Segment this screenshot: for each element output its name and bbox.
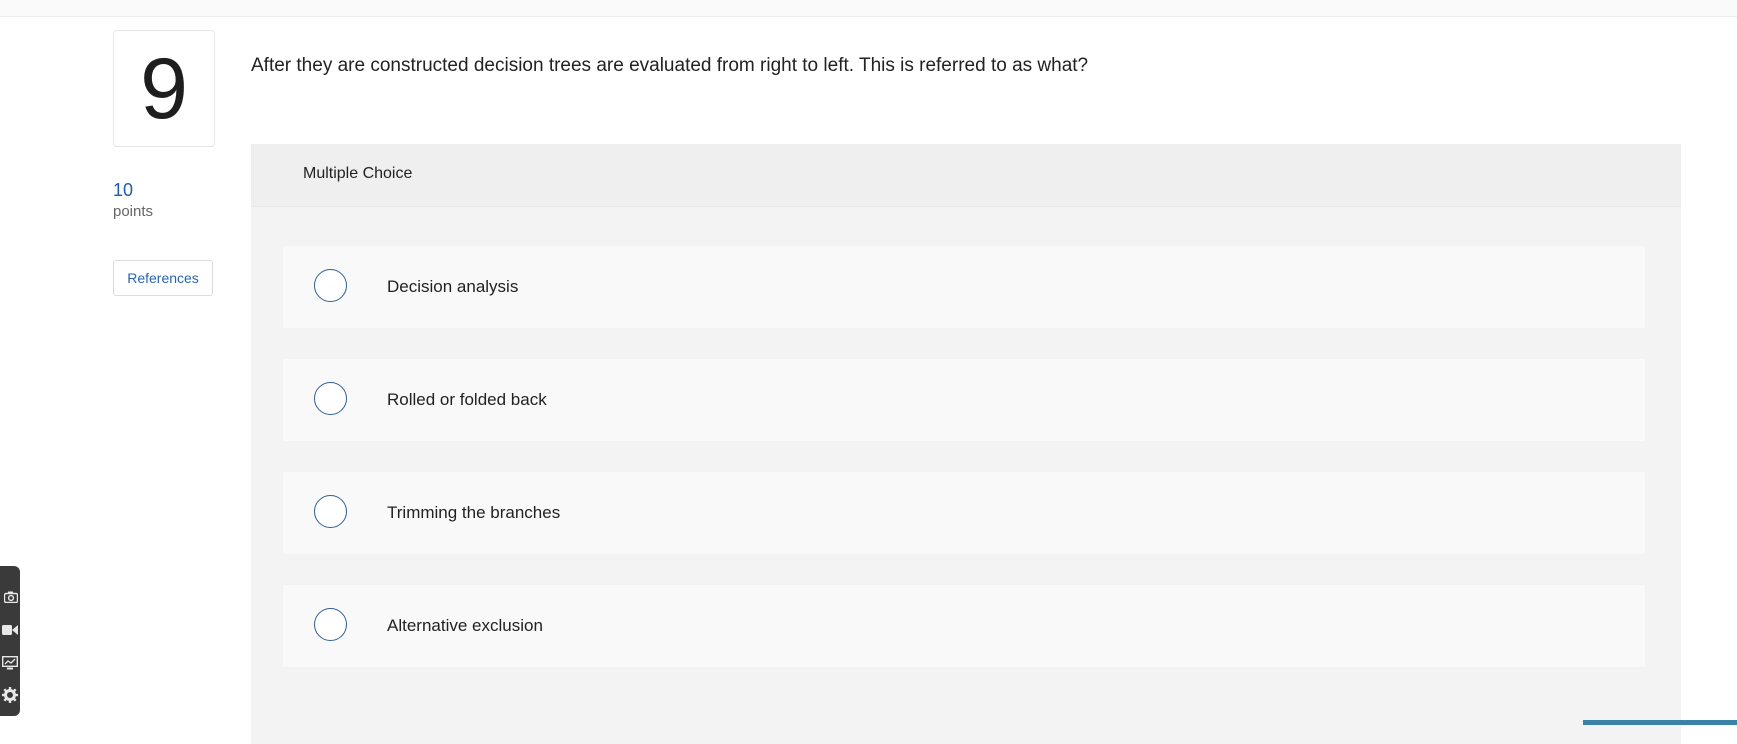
radio-button[interactable] xyxy=(314,608,347,641)
points-label: points xyxy=(113,203,154,220)
question-text: After they are constructed decision tree… xyxy=(251,55,1089,76)
points-value: 10 xyxy=(113,180,134,200)
references-button[interactable]: References xyxy=(113,260,213,296)
answer-option[interactable]: Trimming the branches xyxy=(283,472,1645,554)
answer-option-label: Trimming the branches xyxy=(387,503,561,522)
multiple-choice-header: Multiple Choice xyxy=(251,144,1681,207)
radio-button[interactable] xyxy=(314,269,347,302)
top-bar xyxy=(0,0,1737,17)
multiple-choice-title: Multiple Choice xyxy=(303,165,413,182)
recording-toolbar xyxy=(0,566,20,716)
answer-option-label: Rolled or folded back xyxy=(387,390,547,409)
gear-icon[interactable] xyxy=(0,684,18,706)
question-number: 9 xyxy=(113,30,215,147)
radio-button[interactable] xyxy=(314,382,347,415)
video-icon[interactable] xyxy=(0,619,18,641)
camera-icon[interactable] xyxy=(0,586,18,608)
screen-share-icon[interactable] xyxy=(0,652,18,674)
answer-option-label: Alternative exclusion xyxy=(387,616,543,635)
answer-option[interactable]: Alternative exclusion xyxy=(283,585,1645,667)
radio-button[interactable] xyxy=(314,495,347,528)
answer-option[interactable]: Rolled or folded back xyxy=(283,359,1645,441)
bottom-progress-accent xyxy=(1583,720,1737,725)
answer-option[interactable]: Decision analysis xyxy=(283,246,1645,328)
answer-option-label: Decision analysis xyxy=(387,277,519,296)
multiple-choice-panel: Multiple Choice Decision analysis Rolled… xyxy=(251,144,1681,744)
